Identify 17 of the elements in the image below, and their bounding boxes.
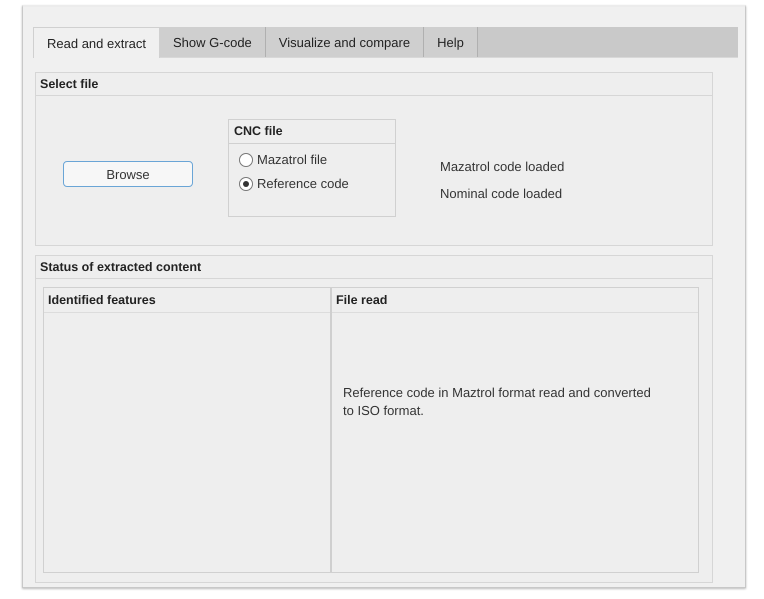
browse-button[interactable]: Browse bbox=[63, 161, 193, 187]
panel-title: Status of extracted content bbox=[40, 260, 202, 274]
radio-label: Mazatrol file bbox=[257, 152, 328, 167]
tab[interactable]: Visualize and compare bbox=[266, 27, 424, 57]
radio-button[interactable] bbox=[239, 152, 253, 166]
group-title: CNC file bbox=[234, 124, 283, 138]
panel-title: Identified features bbox=[48, 293, 156, 307]
tab[interactable]: Show G-code bbox=[160, 27, 266, 57]
status-message: Mazatrol code loaded bbox=[440, 159, 564, 174]
radio-label: Reference code bbox=[257, 176, 349, 191]
panel-title: File read bbox=[336, 293, 388, 307]
tab[interactable]: Help bbox=[424, 27, 478, 57]
panel-title: Select file bbox=[40, 77, 98, 91]
status-message: Nominal code loaded bbox=[440, 186, 564, 201]
radio-button[interactable] bbox=[239, 176, 253, 190]
tab[interactable]: Read and extract bbox=[33, 27, 160, 58]
result-text: Reference code in Maztrol format read and converted to ISO format. bbox=[343, 384, 652, 420]
